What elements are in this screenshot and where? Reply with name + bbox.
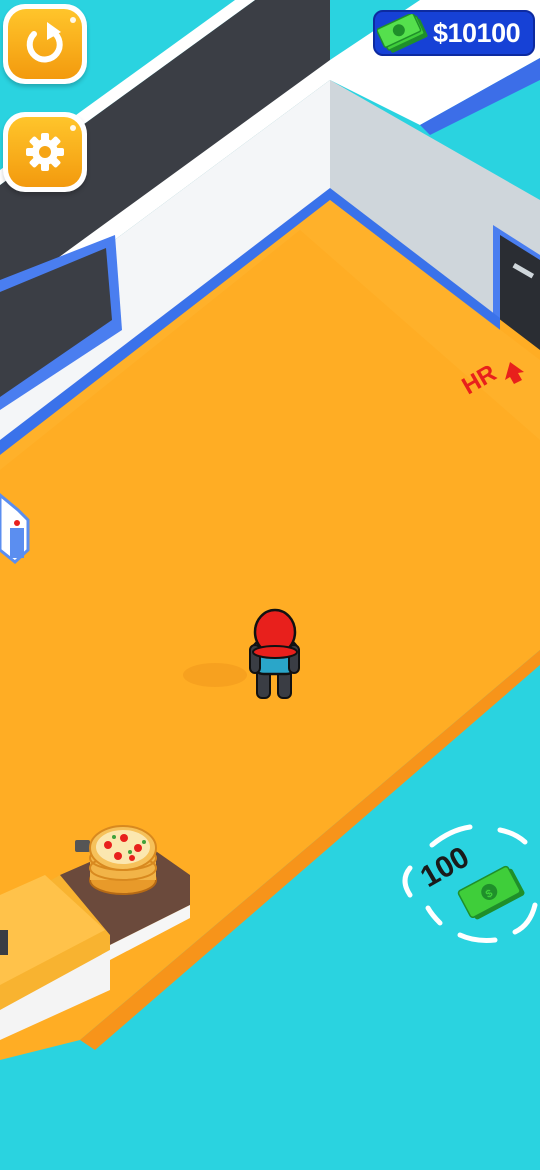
gear-icon: [26, 125, 76, 171]
game-stage: HR 100 $ $10100: [0, 0, 540, 1170]
restart-icon: [26, 17, 76, 63]
cash-stack-icon: [377, 14, 428, 53]
money-counter: $10100: [373, 10, 535, 56]
restart-button[interactable]: [3, 4, 87, 84]
pizza-stack[interactable]: [89, 825, 157, 895]
money-amount: $10100: [433, 18, 521, 48]
settings-button[interactable]: [3, 112, 87, 192]
